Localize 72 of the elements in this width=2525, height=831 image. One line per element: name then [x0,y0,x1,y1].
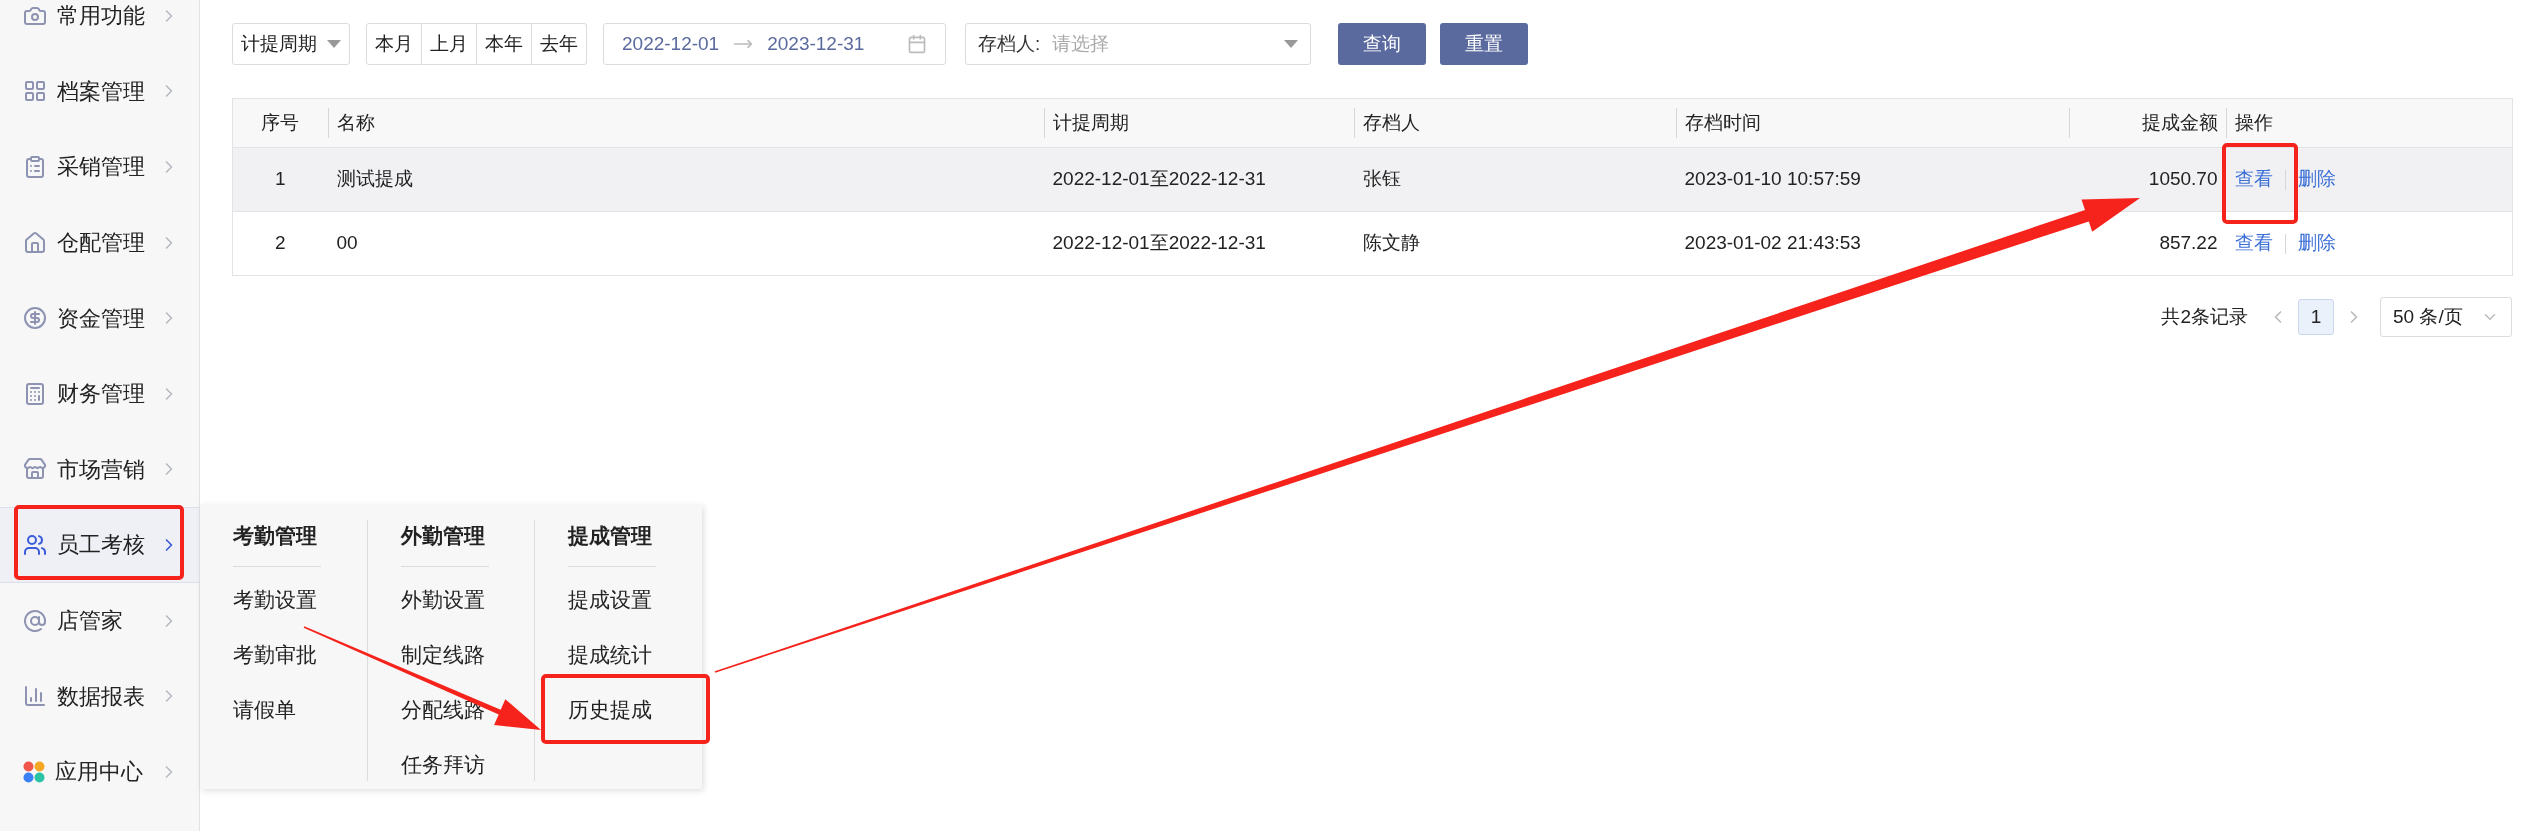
grid-icon [23,79,47,104]
table-cell: 张钰 [1362,168,1401,190]
at-sign-icon [23,608,47,633]
coin-icon [23,306,47,331]
sidebar-item[interactable]: 数据报表 [0,658,199,734]
store-icon [23,457,47,482]
submenu-item[interactable]: 外勤设置 [388,572,514,628]
delete-link[interactable]: 删除 [2297,229,2336,258]
table-cell: 2023-01-02 21:43:53 [1684,232,1861,254]
calculator-icon [23,381,47,406]
sidebar-item[interactable]: 员工考核 [0,507,199,583]
column-header: 存档人 [1362,110,1420,135]
calendar-icon [907,34,927,54]
submenu-item[interactable]: 制定线路 [388,627,514,683]
sidebar-item[interactable]: 市场营销 [0,431,199,508]
clipboard-icon [23,155,47,179]
range-button[interactable]: 上月 [422,23,477,65]
column-header: 计提周期 [1052,110,1129,135]
view-link[interactable]: 查看 [2234,229,2273,258]
submenu-item[interactable]: 提成统计 [556,627,681,683]
bar-chart-icon [23,684,47,709]
sidebar-item[interactable]: 常用功能 [0,0,199,54]
sidebar-item[interactable]: 资金管理 [0,280,199,356]
submenu-heading: 提成管理 [568,524,653,547]
delete-link[interactable]: 删除 [2297,165,2336,194]
page-size-select[interactable]: 50 条/页 [2380,297,2512,337]
table-cell: 2022-12-01至2022-12-31 [1052,232,1266,254]
range-button[interactable]: 本年 [477,23,532,65]
house-icon [23,230,47,255]
page-button[interactable]: 1 [2298,299,2334,335]
table-cell: 00 [336,232,358,254]
sidebar-item[interactable]: 财务管理 [0,355,199,432]
sidebar-item[interactable]: 采销管理 [0,129,199,205]
query-button[interactable]: 查询 [1338,23,1426,65]
table-cell: 1050.70 [2148,168,2218,190]
table-cell: 2022-12-01至2022-12-31 [1052,168,1266,190]
submenu-item[interactable]: 请假单 [221,682,346,738]
table-cell: 2 [274,232,286,254]
table-cell: 测试提成 [336,168,413,190]
submenu-item[interactable]: 考勤审批 [221,627,346,683]
date-range-field[interactable]: 2022-12-01 2023-12-31 [603,23,946,65]
submenu-item[interactable]: 历史提成 [556,682,681,738]
range-button[interactable]: 去年 [532,23,587,65]
reset-button[interactable]: 重置 [1440,23,1528,65]
table-cell: 857.22 [2159,232,2218,254]
sidebar-item[interactable]: 档案管理 [0,53,199,130]
sidebar-item[interactable]: 店管家 [0,582,199,659]
archiver-select[interactable]: 存档人: 请选择 [965,23,1311,65]
view-link[interactable]: 查看 [2234,165,2273,194]
table-cell: 陈文静 [1362,232,1420,254]
submenu-item[interactable]: 任务拜访 [388,737,514,793]
table-cell: 2023-01-10 10:57:59 [1684,168,1861,190]
submenu-heading: 外勤管理 [400,524,485,547]
caret-icon [327,40,341,48]
column-header: 操作 [2234,110,2273,135]
sidebar-item[interactable]: 仓配管理 [0,204,199,281]
column-header: 序号 [261,110,300,135]
apps-icon [23,760,45,783]
submenu-heading: 考勤管理 [233,524,317,547]
submenu-item[interactable]: 考勤设置 [221,572,346,628]
table-cell: 1 [274,168,286,190]
column-header: 存档时间 [1684,110,1761,135]
table-row[interactable]: 2 00 2022-12-01至2022-12-31 陈文静 2023-01-02 21:43:53 857.22 查看 删除 [232,211,2513,276]
column-header: 提成金额 [2141,110,2218,135]
record-count: 共2条记录 [2161,304,2248,329]
range-button[interactable]: 本月 [366,23,422,65]
sidebar-item[interactable]: 应用中心 [0,733,199,810]
column-header: 名称 [336,110,375,135]
submenu-item[interactable]: 提成设置 [556,572,681,628]
users-icon [23,532,47,557]
caret-icon [1284,40,1298,48]
period-select[interactable]: 计提周期 [232,23,350,65]
